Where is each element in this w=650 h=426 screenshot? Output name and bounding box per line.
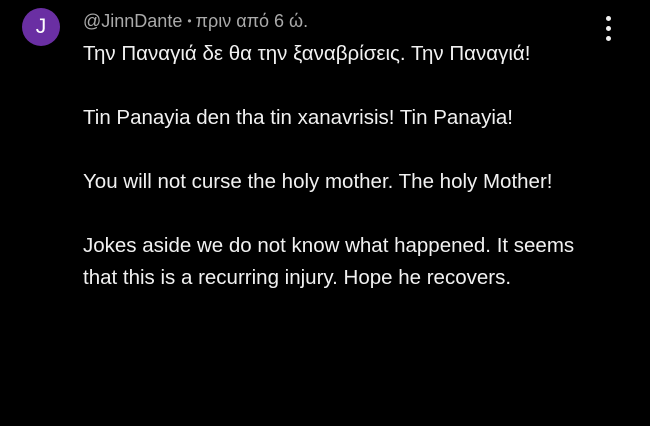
separator-dot: • [187, 14, 192, 28]
dot-middle [606, 26, 611, 31]
timestamp: πριν από 6 ώ. [195, 11, 309, 31]
author-name[interactable]: @JinnDante [83, 11, 182, 31]
comment-body: Την Παναγιά δε θα την ξαναβρίσεις. Την Π… [83, 38, 603, 326]
comment-paragraph-remark: Jokes aside we do not know what happened… [83, 234, 575, 289]
comment-paragraph-translation: You will not curse the holy mother. The … [83, 170, 553, 193]
comment-paragraph-greek: Την Παναγιά δε θα την ξαναβρίσεις. Την Π… [83, 42, 531, 65]
comment-header: @JinnDante • πριν από 6 ώ. [83, 9, 308, 35]
avatar[interactable]: J [22, 8, 60, 46]
dot-top [606, 16, 611, 21]
comment-item: J @JinnDante • πριν από 6 ώ. Την Παναγιά δ… [0, 0, 650, 426]
dot-bottom [606, 36, 611, 41]
comment-paragraph-transliteration: Tin Panayia den tha tin xanavrisis! Tin … [83, 106, 513, 129]
